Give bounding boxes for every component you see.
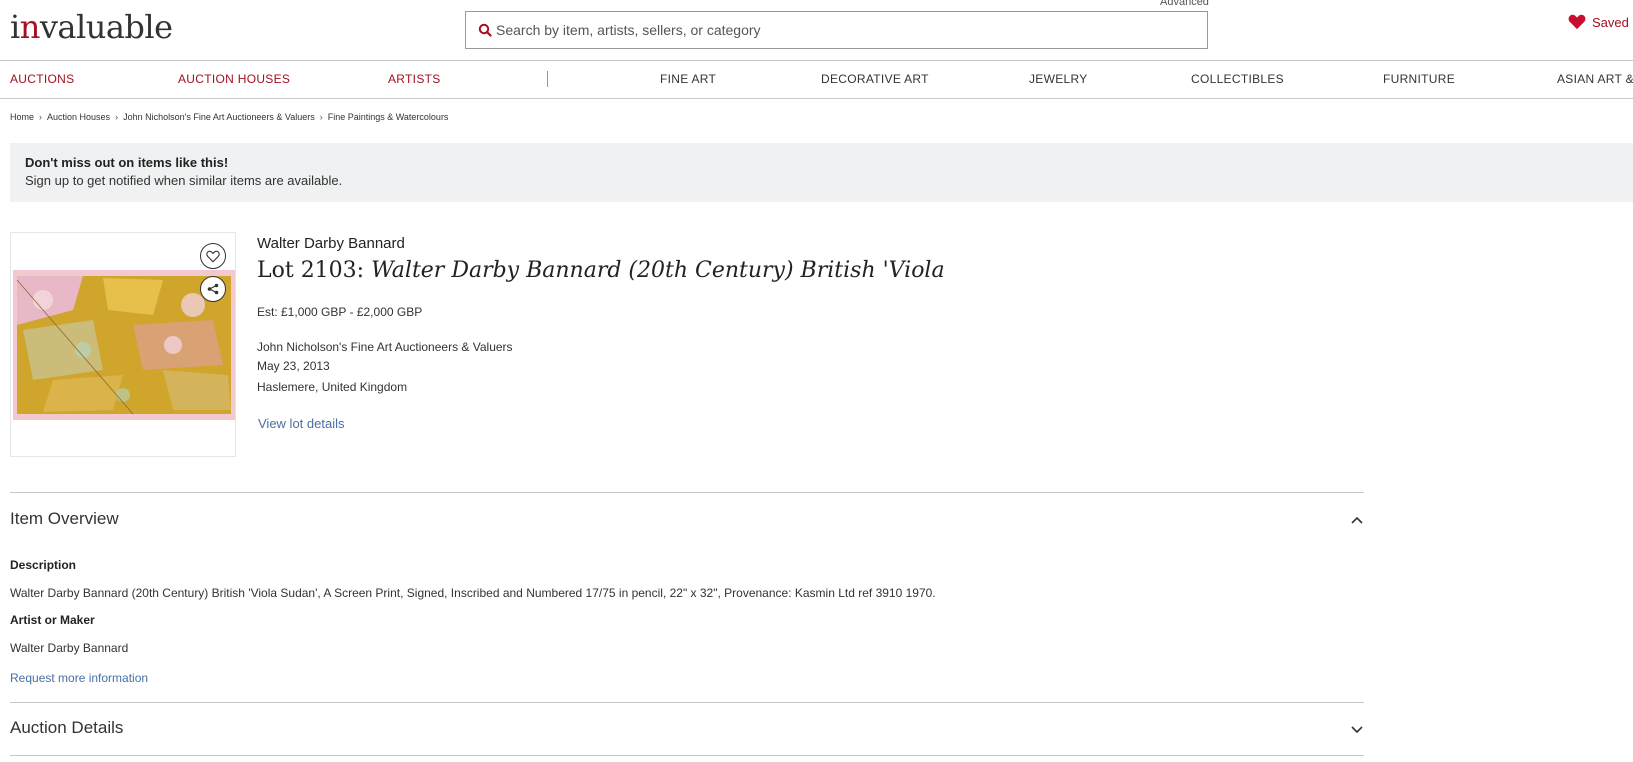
item-overview-header[interactable]: Item Overview xyxy=(10,509,119,529)
chevron-right-icon: › xyxy=(319,112,323,122)
banner-title: Don't miss out on items like this! xyxy=(25,155,229,170)
nav-decorative-art[interactable]: DECORATIVE ART xyxy=(821,72,929,86)
save-lot-button[interactable] xyxy=(200,243,226,269)
breadcrumb-auction-house[interactable]: John Nicholson's Fine Art Auctioneers & … xyxy=(123,112,315,122)
chevron-right-icon: › xyxy=(39,112,43,122)
view-lot-details-link[interactable]: View lot details xyxy=(258,416,344,431)
saved-link[interactable]: Saved xyxy=(1568,14,1629,30)
lot-auction-house: John Nicholson's Fine Art Auctioneers & … xyxy=(257,340,513,354)
description-heading: Description xyxy=(10,558,77,572)
request-info-link[interactable]: Request more information xyxy=(10,671,148,685)
banner-text: Sign up to get notified when similar ite… xyxy=(25,173,343,188)
lot-number: Lot 2103: xyxy=(257,258,372,283)
lot-artist[interactable]: Walter Darby Bannard xyxy=(257,235,405,252)
breadcrumb: Home › Auction Houses › John Nicholson's… xyxy=(10,112,448,122)
heart-filled-icon xyxy=(1568,14,1586,30)
nav-collectibles[interactable]: COLLECTIBLES xyxy=(1191,72,1284,86)
breadcrumb-category[interactable]: Fine Paintings & Watercolours xyxy=(328,112,449,122)
breadcrumb-home[interactable]: Home xyxy=(10,112,34,122)
lot-date: May 23, 2013 xyxy=(257,359,330,373)
nav-artists[interactable]: ARTISTS xyxy=(388,72,441,86)
nav-separator xyxy=(547,71,548,87)
nav-fine-art[interactable]: FINE ART xyxy=(660,72,716,86)
lot-estimate: Est: £1,000 GBP - £2,000 GBP xyxy=(257,305,423,319)
search-icon xyxy=(478,23,492,37)
search-input[interactable] xyxy=(496,18,1196,42)
breadcrumb-auction-houses[interactable]: Auction Houses xyxy=(47,112,110,122)
lot-location: Haslemere, United Kingdom xyxy=(257,380,408,394)
advanced-search-link[interactable]: Advanced xyxy=(1160,0,1209,8)
invaluable-logo[interactable]: invaluable xyxy=(10,8,173,46)
saved-label: Saved xyxy=(1592,14,1629,30)
chevron-up-icon[interactable] xyxy=(1350,515,1364,525)
share-icon xyxy=(207,283,219,295)
site-header: invaluable Advanced Saved xyxy=(0,0,1633,61)
description-text: Walter Darby Bannard (20th Century) Brit… xyxy=(10,586,936,600)
lot-title-text: Walter Darby Bannard (20th Century) Brit… xyxy=(371,258,945,283)
search-bar[interactable] xyxy=(465,11,1208,49)
nav-furniture[interactable]: FURNITURE xyxy=(1383,72,1455,86)
maker-text: Walter Darby Bannard xyxy=(10,641,129,655)
heart-outline-icon xyxy=(206,250,220,263)
main-nav: AUCTIONS AUCTION HOUSES ARTISTS FINE ART… xyxy=(0,61,1633,99)
divider xyxy=(10,702,1364,703)
nav-auctions[interactable]: AUCTIONS xyxy=(10,72,74,86)
maker-heading: Artist or Maker xyxy=(10,613,95,627)
nav-jewelry[interactable]: JEWELRY xyxy=(1029,72,1088,86)
chevron-right-icon: › xyxy=(115,112,119,122)
lot-image-container[interactable] xyxy=(10,232,236,457)
divider xyxy=(10,492,1364,493)
lot-title: Lot 2103: Walter Darby Bannard (20th Cen… xyxy=(257,258,945,283)
share-lot-button[interactable] xyxy=(200,276,226,302)
nav-auction-houses[interactable]: AUCTION HOUSES xyxy=(178,72,290,86)
nav-asian-art[interactable]: ASIAN ART & xyxy=(1557,72,1633,86)
notify-banner[interactable]: Don't miss out on items like this! Sign … xyxy=(10,143,1633,202)
divider xyxy=(10,755,1364,756)
auction-details-header[interactable]: Auction Details xyxy=(10,718,123,738)
chevron-down-icon[interactable] xyxy=(1350,724,1364,734)
